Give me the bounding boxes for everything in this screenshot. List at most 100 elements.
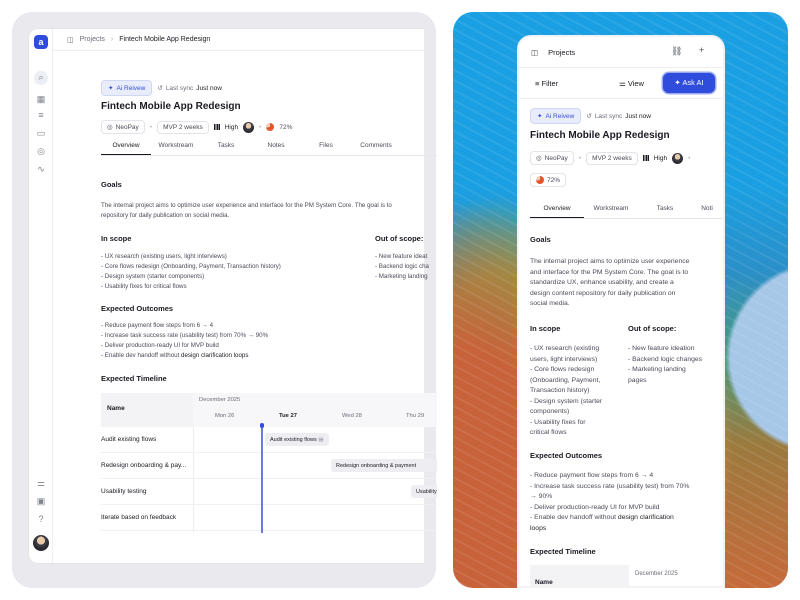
tab-overview[interactable]: Overview: [101, 142, 151, 155]
tab-tasks[interactable]: Tasks: [638, 205, 692, 218]
goals-heading: Goals: [101, 180, 122, 189]
tab-workstream[interactable]: Workstream: [151, 142, 201, 155]
progress-row: 72%: [530, 173, 567, 187]
ai-review-chip[interactable]: ✦ Ai Reivew: [530, 108, 582, 124]
globe-icon: ◎: [107, 124, 113, 131]
sidebar-toggle-icon[interactable]: ◫: [67, 36, 74, 44]
view-button[interactable]: ⚌ View: [619, 79, 644, 88]
list-item: - Reduce payment flow steps from 6 → 4: [530, 472, 654, 479]
goals-line: The internal project aims to optimize us…: [530, 258, 690, 265]
sync-value: Just now: [625, 112, 651, 120]
add-icon[interactable]: +: [699, 45, 704, 55]
list-item: - New feature ideation: [628, 345, 695, 352]
breadcrumb-projects[interactable]: Projects: [80, 36, 105, 43]
tab-tasks[interactable]: Tasks: [201, 142, 251, 155]
owner-pill[interactable]: ◎ NeoPay: [101, 120, 145, 134]
apps-icon[interactable]: ▣: [35, 495, 47, 507]
priority-label[interactable]: High: [654, 155, 667, 162]
goals-line: standardize UX, enhance usability, and c…: [530, 279, 674, 286]
outcomes-list: - Reduce payment flow steps from 6 → 4 -…: [101, 321, 268, 361]
in-scope-list: - UX research (existing users, light int…: [530, 344, 602, 439]
tab-bar: Overview Workstream Tasks Notes Files Co…: [101, 142, 437, 156]
outcome-bold: design clarification: [617, 514, 674, 521]
list-item: - Core flows redesign (Onboarding, Payme…: [101, 263, 281, 270]
tab-notes[interactable]: Notes: [251, 142, 301, 155]
sidebar-toggle-icon[interactable]: ◫: [531, 48, 538, 57]
globe-icon: ◎: [536, 155, 542, 162]
last-sync: ↺ Last sync Just now: [157, 84, 222, 93]
assignee-avatar[interactable]: [672, 152, 684, 164]
sync-label: Last sync: [594, 112, 623, 120]
timeline-row-label: Usability testing: [101, 488, 147, 495]
timeline-heading: Expected Timeline: [530, 547, 596, 556]
list-item: - UX research (existing users, light int…: [101, 253, 227, 260]
list-icon[interactable]: ≡: [35, 109, 47, 121]
outcomes-heading: Expected Outcomes: [530, 451, 603, 460]
list-item: - Usability fixes for: [530, 418, 586, 426]
folder-icon[interactable]: ▭: [35, 127, 47, 139]
out-scope-list: - New feature ideat - Backend logic cha …: [375, 252, 436, 282]
goals-line: social media.: [530, 300, 570, 307]
list-item: → 90%: [530, 493, 553, 500]
mobile-app: ◫ Projects ⛓ + ≡ Filter ⚌ View ✦ Ask AI …: [517, 35, 725, 588]
owner-label: NeoPay: [544, 154, 568, 162]
timeline-row[interactable]: Iterate based on feedback: [101, 505, 437, 531]
timeline-row[interactable]: Usability testing Usability: [101, 479, 437, 505]
list-item: - Design system (starter: [530, 397, 603, 405]
list-item: - Deliver production-ready UI for MVP bu…: [101, 342, 219, 349]
app-logo-icon[interactable]: a: [34, 35, 48, 49]
search-icon[interactable]: ⌕: [34, 71, 48, 85]
in-scope-heading: In scope: [101, 234, 132, 243]
timeline-row[interactable]: Redesign onboarding & pay... Redesign on…: [101, 453, 437, 479]
milestone-pill[interactable]: MVP 2 weeks: [157, 120, 209, 134]
priority-label[interactable]: High: [225, 124, 238, 131]
timeline: Name December 2025: [530, 565, 720, 586]
list-item: - Deliver production-ready UI for MVP bu…: [530, 503, 660, 511]
owner-pill[interactable]: ◎ NeoPay: [530, 151, 574, 165]
list-item: - UX research (existing: [530, 345, 600, 352]
assignee-avatar[interactable]: [243, 121, 255, 133]
user-avatar[interactable]: [33, 535, 49, 551]
list-item: - Backend logic cha: [375, 263, 429, 270]
timeline-bar[interactable]: Usability: [411, 485, 437, 498]
tab-overview[interactable]: Overview: [530, 205, 584, 218]
list-item: critical flows: [530, 429, 567, 436]
timeline-bar[interactable]: Redesign onboarding & payment: [331, 459, 437, 472]
list-item: - Enable dev handoff without design clar…: [101, 351, 268, 361]
help-icon[interactable]: ?: [35, 513, 47, 525]
tab-comments[interactable]: Comments: [351, 142, 401, 155]
owner-label: NeoPay: [115, 123, 139, 131]
tab-files[interactable]: Files: [301, 142, 351, 155]
out-scope-heading: Out of scope:: [375, 234, 424, 243]
sparkle-icon: ✦: [537, 113, 543, 120]
sync-icon: ↺: [586, 113, 592, 120]
ai-review-chip[interactable]: ✦ Ai Reivew: [101, 80, 153, 96]
list-item: - Core flows redesign: [530, 366, 595, 373]
page-title: Fintech Mobile App Redesign: [101, 101, 241, 112]
calendar-icon[interactable]: ▦: [35, 93, 47, 105]
timeline-row[interactable]: Audit existing flows Audit existing flow…: [101, 427, 437, 453]
tab-bar: Overview Workstream Tasks Noti: [530, 205, 723, 219]
timeline-bar-label: Audit existing flows: [270, 436, 317, 443]
filter-button[interactable]: ≡ Filter: [535, 79, 558, 88]
list-item: pages: [628, 376, 647, 384]
timeline-row-label: Redesign onboarding & pay...: [101, 462, 187, 469]
goals-text: The internal project aims to optimize us…: [101, 201, 441, 221]
tab-notes[interactable]: Noti: [692, 205, 722, 218]
ask-ai-button[interactable]: ✦ Ask AI: [663, 73, 715, 93]
tab-workstream[interactable]: Workstream: [584, 205, 638, 218]
target-icon[interactable]: ◎: [35, 145, 47, 157]
settings-sliders-icon[interactable]: ⚌: [35, 477, 47, 489]
activity-icon[interactable]: ∿: [35, 163, 47, 175]
progress-value: 72%: [279, 123, 293, 131]
projects-label[interactable]: Projects: [548, 48, 575, 57]
out-scope-list: - New feature ideation - Backend logic c…: [628, 344, 702, 386]
milestone-pill[interactable]: MVP 2 weeks: [586, 151, 638, 165]
list-item: loops: [530, 524, 723, 535]
meta-separator: •: [688, 154, 691, 162]
progress-pill[interactable]: 72%: [530, 173, 567, 187]
ai-review-label: Ai Reivew: [116, 84, 146, 92]
list-item: - Design system (starter components): [101, 273, 205, 280]
timeline-bar[interactable]: Audit existing flows ▤: [265, 433, 329, 446]
link-icon[interactable]: ⛓: [671, 46, 682, 57]
